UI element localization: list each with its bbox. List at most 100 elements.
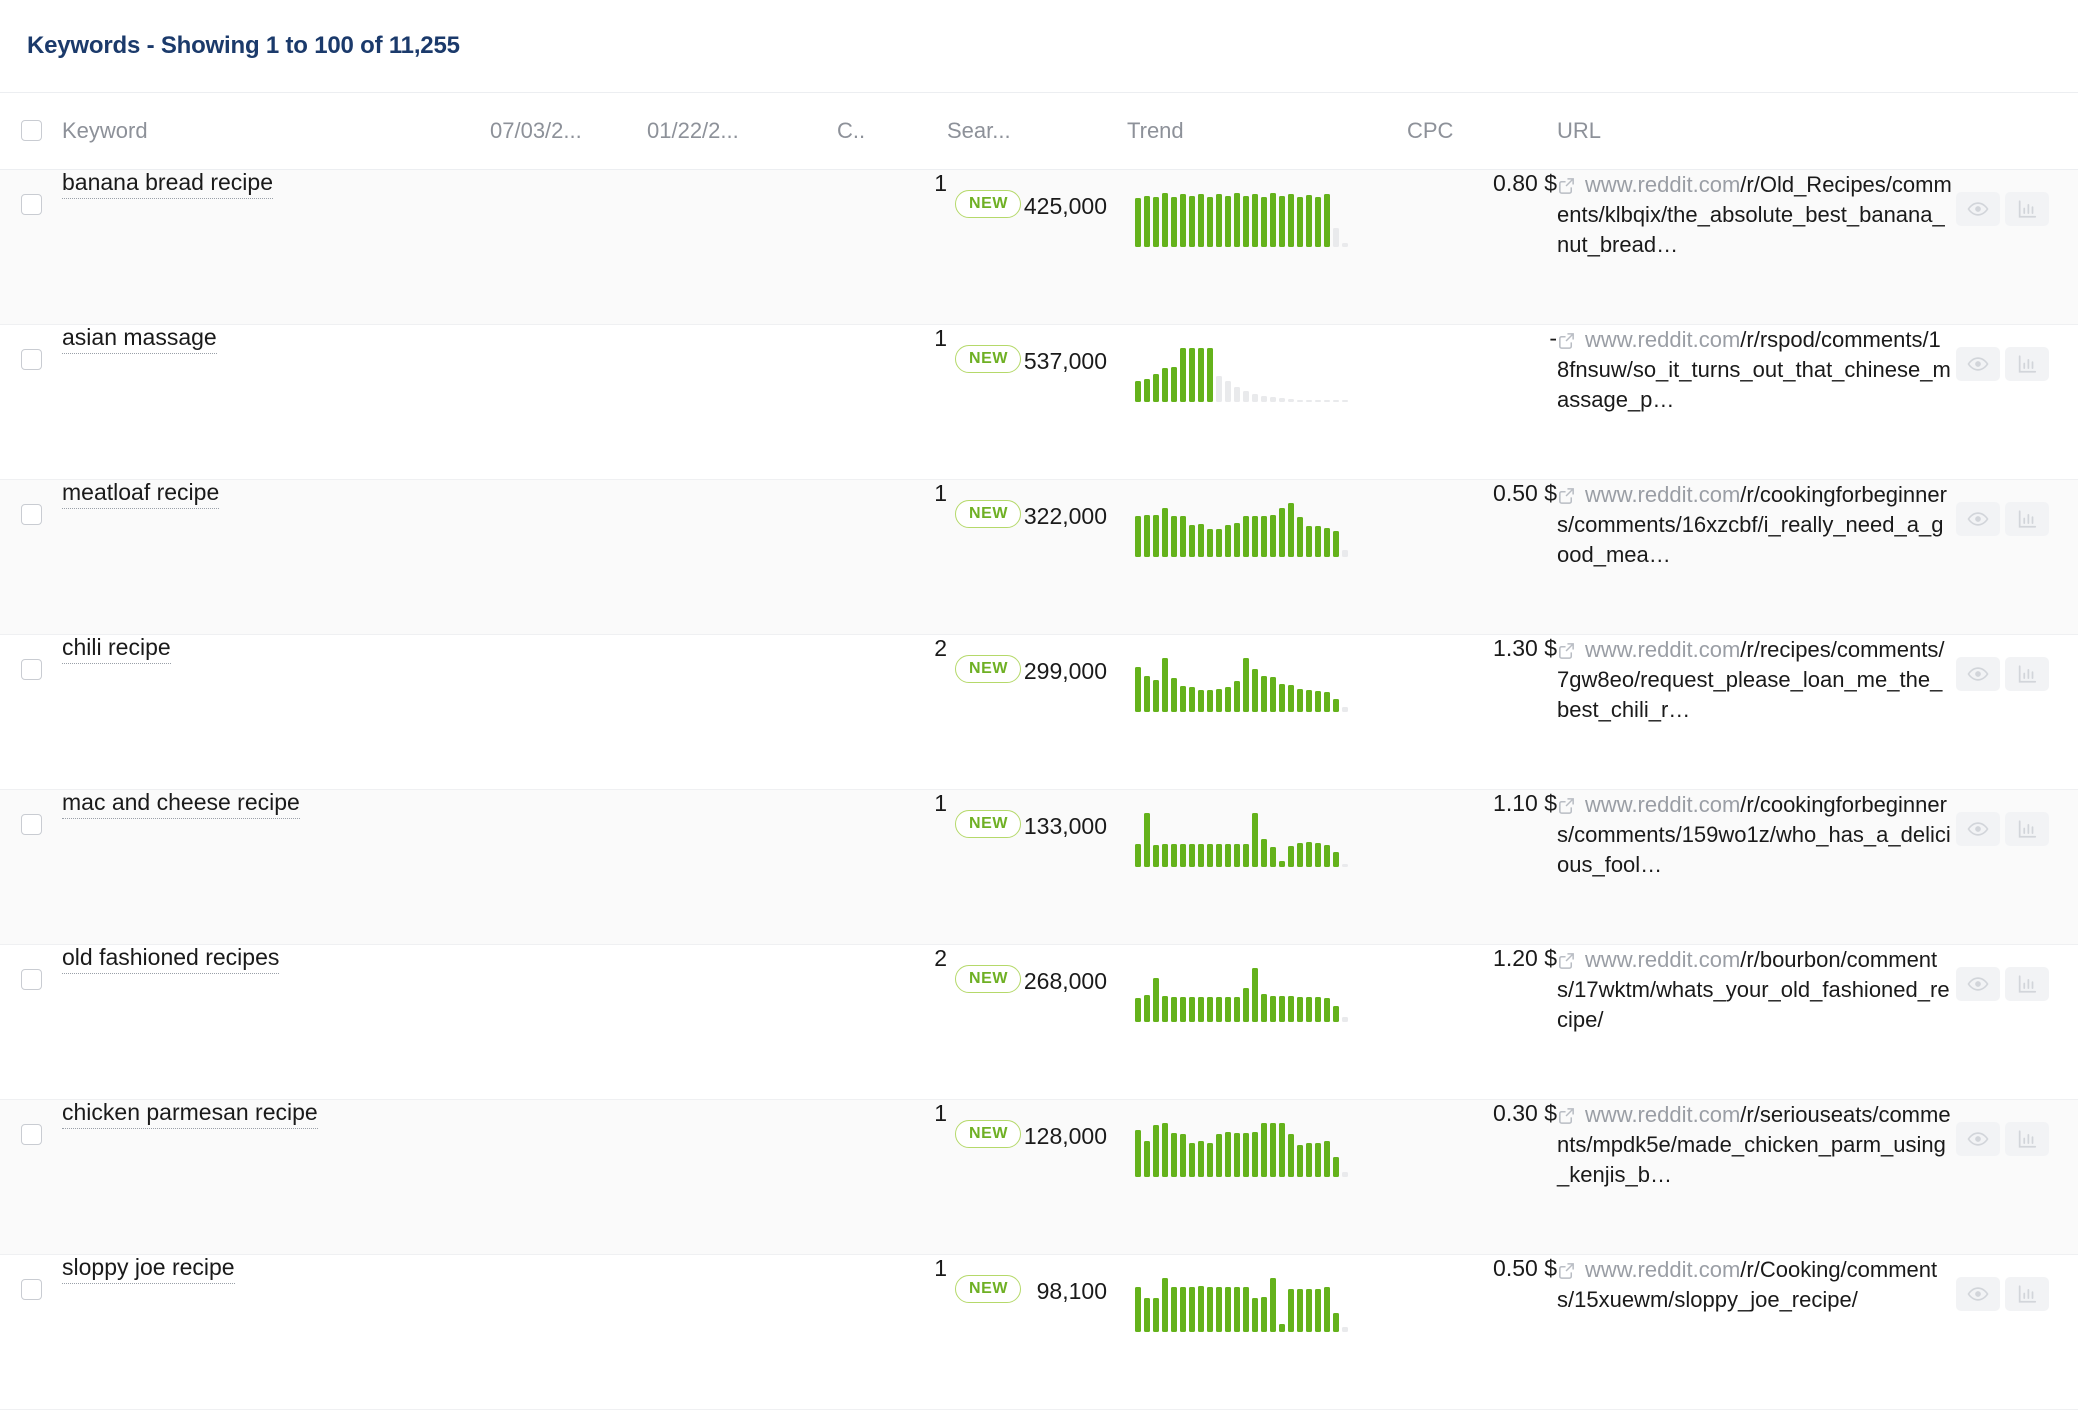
url-link[interactable]: www.reddit.com/r/cookingforbeginners/com… bbox=[1557, 790, 1952, 880]
metrics-button[interactable] bbox=[2005, 811, 2049, 846]
search-volume-cell: NEW 537,000 bbox=[947, 324, 1127, 479]
trend-cell[interactable] bbox=[1127, 789, 1407, 944]
trend-cell[interactable] bbox=[1127, 1099, 1407, 1254]
date-2-cell bbox=[647, 1254, 837, 1409]
row-actions bbox=[1952, 325, 2078, 381]
column-header-cpc[interactable]: CPC bbox=[1407, 93, 1557, 170]
url-link[interactable]: www.reddit.com/r/cookingforbeginners/com… bbox=[1557, 480, 1952, 570]
row-checkbox[interactable] bbox=[20, 658, 42, 680]
row-checkbox[interactable] bbox=[20, 1123, 42, 1145]
trend-cell[interactable] bbox=[1127, 634, 1407, 789]
column-header-competition[interactable]: C.. bbox=[837, 93, 947, 170]
trend-cell[interactable] bbox=[1127, 944, 1407, 1099]
url-link[interactable]: www.reddit.com/r/rspod/comments/18fnsuw/… bbox=[1557, 325, 1952, 415]
trend-sparkline bbox=[1127, 966, 1407, 1022]
column-header-actions bbox=[1952, 93, 2078, 170]
eye-icon bbox=[1967, 511, 1989, 526]
trend-cell[interactable] bbox=[1127, 479, 1407, 634]
trend-sparkline bbox=[1127, 191, 1407, 247]
column-header-date-2[interactable]: 01/22/2... bbox=[647, 93, 837, 170]
status-badge[interactable]: NEW bbox=[955, 1119, 1022, 1148]
status-badge[interactable]: NEW bbox=[955, 1274, 1022, 1303]
table-row[interactable]: asian massage 1 NEW 537,000- www.reddit.com/… bbox=[0, 323, 2078, 479]
column-header-url[interactable]: URL bbox=[1557, 93, 1952, 170]
status-badge[interactable]: NEW bbox=[955, 499, 1022, 528]
table-row[interactable]: meatloaf recipe 1 NEW 322,000 0.50 $ www.redd… bbox=[0, 478, 2078, 634]
url-link[interactable]: www.reddit.com/r/seriouseats/comments/mp… bbox=[1557, 1100, 1952, 1190]
preview-button[interactable] bbox=[1956, 1121, 2000, 1156]
metrics-button[interactable] bbox=[2005, 191, 2049, 226]
bar-chart-icon bbox=[2018, 664, 2037, 683]
metrics-button[interactable] bbox=[2005, 966, 2049, 1001]
url-link[interactable]: www.reddit.com/r/recipes/comments/7gw8eo… bbox=[1557, 635, 1952, 725]
trend-cell[interactable] bbox=[1127, 169, 1407, 324]
url-link[interactable]: www.reddit.com/r/Old_Recipes/comments/kl… bbox=[1557, 170, 1952, 260]
table-row[interactable]: banana bread recipe 1 NEW 425,000 0.80 $ www.… bbox=[0, 168, 2078, 324]
competition-cell: 1 bbox=[934, 169, 947, 196]
table-row[interactable]: sloppy joe recipe 1 NEW 98,100 0.50 $ www.red… bbox=[0, 1253, 2078, 1409]
metrics-button[interactable] bbox=[2005, 346, 2049, 381]
url-domain: www.reddit.com bbox=[1585, 1256, 1741, 1282]
row-select-cell bbox=[0, 1099, 62, 1254]
url-link[interactable]: www.reddit.com/r/Cooking/comments/15xuew… bbox=[1557, 1255, 1952, 1315]
row-select-cell bbox=[0, 324, 62, 479]
row-actions bbox=[1952, 790, 2078, 846]
keyword-link[interactable]: asian massage bbox=[62, 323, 217, 354]
row-checkbox[interactable] bbox=[20, 348, 42, 370]
status-badge[interactable]: NEW bbox=[955, 809, 1022, 838]
preview-button[interactable] bbox=[1956, 811, 2000, 846]
metrics-button[interactable] bbox=[2005, 656, 2049, 691]
keyword-link[interactable]: banana bread recipe bbox=[62, 168, 273, 199]
row-actions bbox=[1952, 635, 2078, 691]
trend-cell[interactable] bbox=[1127, 1254, 1407, 1409]
row-checkbox[interactable] bbox=[20, 1278, 42, 1300]
keyword-link[interactable]: meatloaf recipe bbox=[62, 478, 220, 509]
keyword-link[interactable]: old fashioned recipes bbox=[62, 943, 280, 974]
select-all-checkbox[interactable] bbox=[20, 120, 42, 142]
status-badge[interactable]: NEW bbox=[955, 189, 1022, 218]
search-volume-cell: NEW 128,000 bbox=[947, 1099, 1127, 1254]
preview-button[interactable] bbox=[1956, 656, 2000, 691]
preview-button[interactable] bbox=[1956, 1276, 2000, 1311]
preview-button[interactable] bbox=[1956, 346, 2000, 381]
bar-chart-icon bbox=[2018, 354, 2037, 373]
column-header-search-volume[interactable]: Sear... bbox=[947, 93, 1127, 170]
column-header-trend[interactable]: Trend bbox=[1127, 93, 1407, 170]
table-row[interactable]: chicken parmesan recipe 1 NEW 128,000 0.30 $… bbox=[0, 1098, 2078, 1254]
row-checkbox[interactable] bbox=[20, 503, 42, 525]
keyword-link[interactable]: sloppy joe recipe bbox=[62, 1253, 235, 1284]
status-badge[interactable]: NEW bbox=[955, 654, 1022, 683]
url-cell: www.reddit.com/r/cookingforbeginners/com… bbox=[1557, 789, 1952, 944]
trend-sparkline bbox=[1127, 656, 1407, 712]
competition-cell: 2 bbox=[934, 944, 947, 971]
metrics-button[interactable] bbox=[2005, 501, 2049, 536]
search-volume-value: 425,000 bbox=[1023, 192, 1107, 219]
preview-button[interactable] bbox=[1956, 191, 2000, 226]
status-badge[interactable]: NEW bbox=[955, 964, 1022, 993]
bar-chart-icon bbox=[2018, 974, 2037, 993]
row-checkbox[interactable] bbox=[20, 968, 42, 990]
external-link-icon bbox=[1559, 177, 1574, 194]
column-header-keyword[interactable]: Keyword bbox=[62, 93, 490, 170]
table-row[interactable]: mac and cheese recipe 1 NEW 133,000 1.10 $ ww… bbox=[0, 788, 2078, 944]
column-header-date-1[interactable]: 07/03/2... bbox=[490, 93, 647, 170]
metrics-button[interactable] bbox=[2005, 1276, 2049, 1311]
status-badge-wrap: NEW bbox=[947, 945, 1022, 993]
preview-button[interactable] bbox=[1956, 966, 2000, 1001]
keyword-link[interactable]: chicken parmesan recipe bbox=[62, 1098, 318, 1129]
row-checkbox[interactable] bbox=[20, 193, 42, 215]
search-volume-value: 133,000 bbox=[1023, 812, 1107, 839]
keyword-link[interactable]: mac and cheese recipe bbox=[62, 788, 300, 819]
url-link[interactable]: www.reddit.com/r/bourbon/comments/17wktm… bbox=[1557, 945, 1952, 1035]
preview-button[interactable] bbox=[1956, 501, 2000, 536]
keyword-link[interactable]: chili recipe bbox=[62, 633, 171, 664]
status-badge[interactable]: NEW bbox=[955, 344, 1022, 373]
search-volume-value: 537,000 bbox=[1023, 347, 1107, 374]
eye-icon bbox=[1967, 976, 1989, 991]
table-row[interactable]: chili recipe 2 NEW 299,000 1.30 $ www.reddit.… bbox=[0, 633, 2078, 789]
table-row[interactable]: old fashioned recipes 2 NEW 268,000 1.20 $ ww… bbox=[0, 943, 2078, 1099]
status-badge-wrap: NEW bbox=[947, 170, 1022, 218]
row-checkbox[interactable] bbox=[20, 813, 42, 835]
trend-cell[interactable] bbox=[1127, 324, 1407, 479]
metrics-button[interactable] bbox=[2005, 1121, 2049, 1156]
